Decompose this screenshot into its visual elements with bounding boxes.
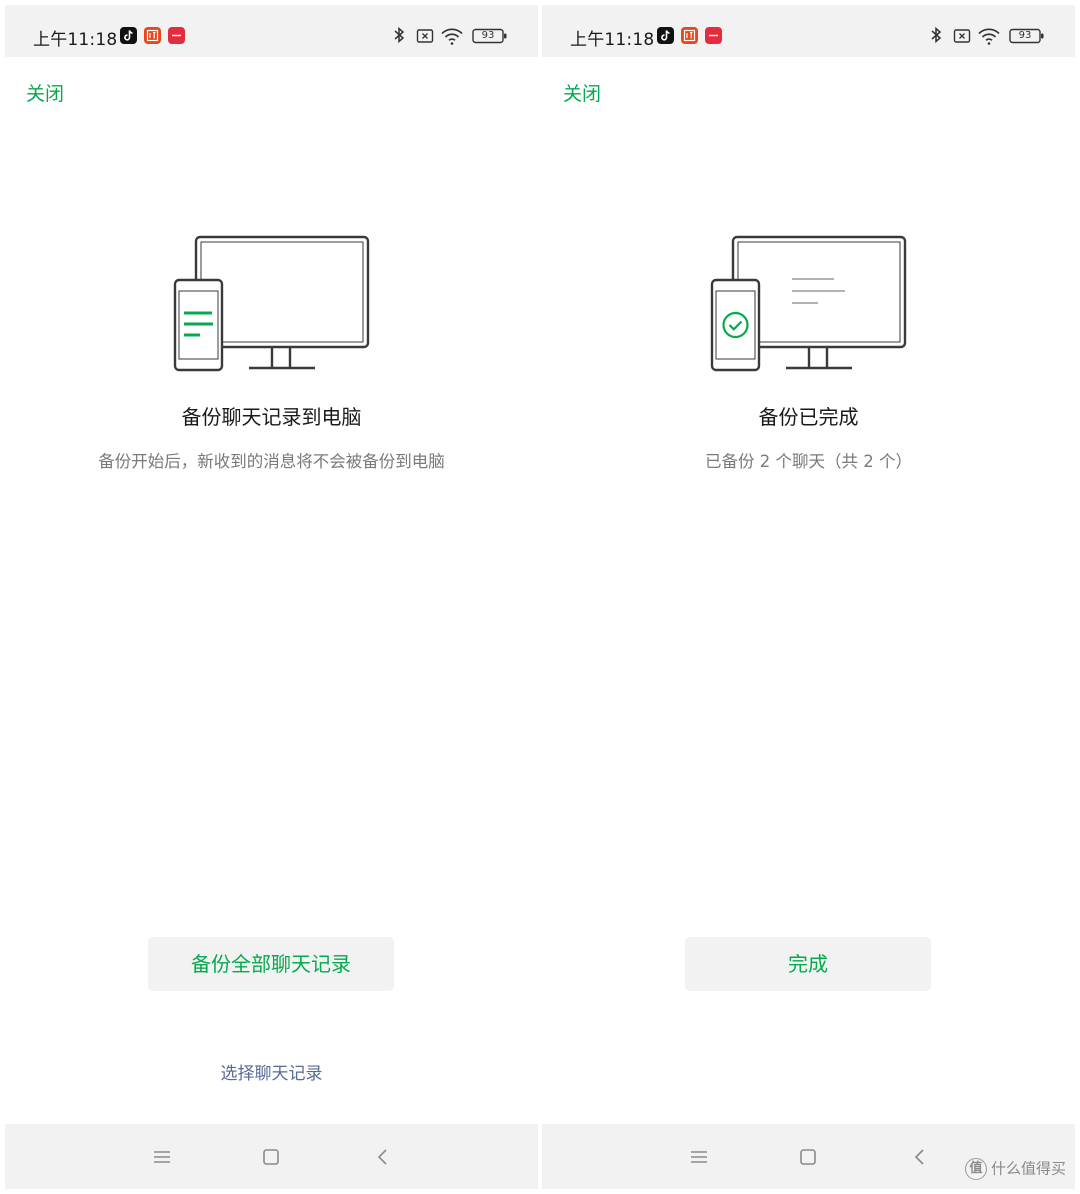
close-button[interactable]: 关闭 — [563, 79, 601, 106]
battery-level: 93 — [481, 30, 495, 41]
ting-icon — [144, 27, 161, 44]
backup-complete-check-icon — [710, 235, 907, 372]
page-subtitle: 备份开始后，新收到的消息将不会被备份到电脑 — [98, 452, 445, 471]
wifi-icon — [978, 28, 1000, 45]
done-button[interactable]: 完成 — [685, 937, 931, 991]
watermark-text: 什么值得买 — [990, 1159, 1066, 1178]
watermark-logo-icon: 值 — [964, 1157, 987, 1180]
home-icon[interactable] — [259, 1145, 283, 1169]
page-title: 备份已完成 — [758, 405, 859, 429]
select-chats-link[interactable]: 选择聊天记录 — [5, 1059, 538, 1084]
back-icon[interactable] — [908, 1145, 932, 1169]
status-time: 上午11:18 — [33, 30, 118, 50]
battery-level: 93 — [1018, 30, 1032, 41]
back-icon[interactable] — [371, 1145, 395, 1169]
red-app-icon — [705, 27, 722, 44]
backup-all-button[interactable]: 备份全部聊天记录 — [148, 937, 394, 991]
bluetooth-icon — [394, 26, 405, 44]
screen-backup-start: 上午11:18 93 关闭 备份聊天记录到电脑 备份开始后，新收到的消息将不会被… — [5, 5, 538, 1189]
sim-off-icon — [416, 29, 434, 43]
tiktok-icon — [657, 27, 674, 44]
navigation-bar — [5, 1124, 538, 1189]
bluetooth-icon — [931, 26, 942, 44]
menu-icon[interactable] — [687, 1145, 711, 1169]
tiktok-icon — [120, 27, 137, 44]
home-icon[interactable] — [796, 1145, 820, 1169]
phone-to-monitor-icon — [173, 235, 370, 372]
page-title: 备份聊天记录到电脑 — [181, 405, 362, 429]
status-bar: 上午11:18 93 — [5, 5, 538, 57]
system-status-icons: 93 — [929, 25, 1049, 47]
screen-backup-complete: 上午11:18 93 关闭 备份已完成 已备份 2 个聊天（共 2 个） 完成 — [542, 5, 1075, 1189]
close-button[interactable]: 关闭 — [26, 79, 64, 106]
status-bar: 上午11:18 93 — [542, 5, 1075, 57]
watermark: 值什么值得买 — [964, 1156, 1066, 1180]
menu-icon[interactable] — [150, 1145, 174, 1169]
canvas: 上午11:18 93 关闭 备份聊天记录到电脑 备份开始后，新收到的消息将不会被… — [0, 0, 1080, 1194]
ting-icon — [681, 27, 698, 44]
status-time: 上午11:18 — [570, 30, 655, 50]
wifi-icon — [441, 28, 463, 45]
red-app-icon — [168, 27, 185, 44]
system-status-icons: 93 — [392, 25, 512, 47]
sim-off-icon — [953, 29, 971, 43]
page-subtitle: 已备份 2 个聊天（共 2 个） — [705, 452, 912, 471]
